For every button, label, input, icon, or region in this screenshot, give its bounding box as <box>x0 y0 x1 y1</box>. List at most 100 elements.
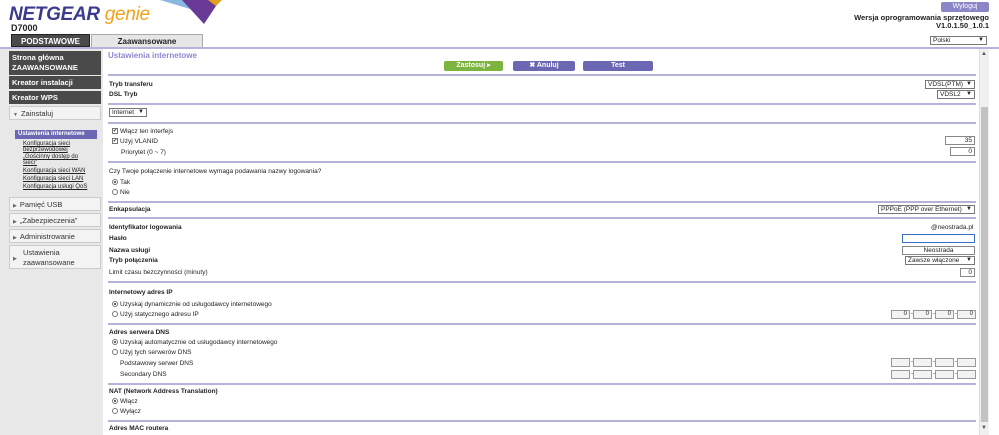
chevron-down-icon: ▼ <box>966 81 972 87</box>
divider <box>108 281 976 283</box>
vlan-id-input[interactable]: 35 <box>945 136 975 145</box>
dns-secondary-label: Secondary DNS <box>120 371 167 378</box>
dns-auto-radio[interactable] <box>112 339 118 345</box>
service-name-input[interactable]: Neostrada <box>902 246 975 255</box>
triangle-down-icon: ▼ <box>13 112 18 118</box>
header: NETGEAR genie D7000 Wyloguj Wersja oprog… <box>0 0 999 47</box>
dns-primary-octet-2[interactable] <box>913 358 932 367</box>
vertical-scrollbar[interactable]: ▲ ▼ <box>979 49 989 435</box>
dns-manual-radio[interactable] <box>112 349 118 355</box>
sidebar-item-security[interactable]: ▶ „Zabezpieczenia” <box>9 213 101 227</box>
static-ip-octet-4[interactable]: 0 <box>957 310 976 319</box>
nat-disable-radio[interactable] <box>112 408 118 414</box>
nat-enable-radio[interactable] <box>112 398 118 404</box>
sidebar-sub-internet[interactable]: Ustawienia internetowe <box>15 130 97 139</box>
sidebar-sub-wan[interactable]: Konfiguracja sieci WAN <box>23 168 85 174</box>
tab-advanced[interactable]: Zaawansowane <box>91 34 203 47</box>
cancel-button[interactable]: ✖ Anuluj <box>513 61 575 71</box>
sidebar-item-setup-wizard[interactable]: Kreator instalacji <box>9 76 101 89</box>
dns-primary-octet-1[interactable] <box>891 358 910 367</box>
decorative-shapes-icon <box>160 0 222 24</box>
use-vlan-label: Użyj VLANID <box>120 138 158 145</box>
dns-secondary-octet-4[interactable] <box>957 370 976 379</box>
sidebar-item-advanced-settings[interactable]: ▶ Ustawienia zaawansowane <box>9 245 101 269</box>
dns-primary-octet-3[interactable] <box>935 358 954 367</box>
sidebar-sub-lan[interactable]: Konfiguracja sieci LAN <box>23 176 83 182</box>
firmware-version-value: V1.0.1.50_1.0.1 <box>936 21 989 30</box>
dns-primary-label: Podstawowy serwer DNS <box>120 360 194 367</box>
mac-section-title: Adres MAC routera <box>109 425 169 432</box>
connection-mode-select[interactable]: Zawsze włączone ▼ <box>905 256 975 265</box>
dns-secondary-octet-1[interactable] <box>891 370 910 379</box>
apply-button[interactable]: Zastosuj ▸ <box>444 61 503 71</box>
login-id-label: Identyfikator logowania <box>109 224 182 231</box>
main-content: Ustawienia internetowe Zastosuj ▸ ✖ Anul… <box>105 49 979 435</box>
sidebar-item-home[interactable]: Strona główna ZAAWANSOWANE <box>9 51 101 75</box>
sidebar-item-wps-wizard[interactable]: Kreator WPS <box>9 91 101 104</box>
triangle-right-icon: ▶ <box>13 203 17 209</box>
password-label: Hasło <box>109 235 127 242</box>
ip-dynamic-radio[interactable] <box>112 301 118 307</box>
login-yes-radio[interactable] <box>112 179 118 185</box>
encapsulation-label: Enkapsulacja <box>109 206 151 213</box>
priority-label: Priorytet (0 ~ 7) <box>121 149 166 156</box>
login-yes-label: Tak <box>120 179 131 186</box>
ip-section-title: Internetowy adres IP <box>109 289 173 296</box>
top-tabs: PODSTAWOWE Zaawansowane <box>0 34 999 47</box>
page-title: Ustawienia internetowe <box>108 51 197 60</box>
divider <box>108 383 976 385</box>
sidebar-sub-wireless[interactable]: Konfiguracja sieci bezprzewodowej <box>23 141 70 153</box>
sidebar-item-administration[interactable]: ▶ Administrowanie <box>9 229 101 243</box>
static-ip-octet-1[interactable]: 0 <box>891 310 910 319</box>
interface-select[interactable]: Internet ▼ <box>109 108 147 117</box>
chevron-down-icon: ▼ <box>978 37 984 43</box>
dsl-mode-select[interactable]: VDSL2 ▼ <box>937 90 975 99</box>
divider <box>108 103 976 105</box>
scrollbar-thumb[interactable] <box>981 107 988 422</box>
chevron-down-icon: ▼ <box>966 206 972 212</box>
ip-static-radio[interactable] <box>112 311 118 317</box>
sidebar-sub-qos[interactable]: Konfiguracja usługi QoS <box>23 184 87 190</box>
triangle-right-icon: ▶ <box>13 219 17 225</box>
sidebar-sub-guest[interactable]: „Gościnny dostęp do sieci” <box>23 154 78 166</box>
connection-mode-label: Tryb połączenia <box>109 257 158 264</box>
nat-disable-label: Wyłącz <box>120 408 141 415</box>
language-select[interactable]: Polski ▼ <box>930 36 987 45</box>
tab-basic[interactable]: PODSTAWOWE <box>11 34 90 47</box>
password-input[interactable] <box>902 234 975 243</box>
static-ip-octet-2[interactable]: 0 <box>913 310 932 319</box>
divider <box>108 201 976 203</box>
login-no-radio[interactable] <box>112 189 118 195</box>
scroll-down-icon[interactable]: ▼ <box>981 425 987 431</box>
divider <box>108 161 976 163</box>
dns-section-title: Adres serwera DNS <box>109 329 170 336</box>
chevron-down-icon: ▼ <box>966 91 972 97</box>
nat-enable-label: Włącz <box>120 398 138 405</box>
dns-secondary-octet-3[interactable] <box>935 370 954 379</box>
dns-secondary-octet-2[interactable] <box>913 370 932 379</box>
dns-primary-octet-4[interactable] <box>957 358 976 367</box>
chevron-down-icon: ▼ <box>138 109 144 115</box>
ip-static-label: Użyj statycznego adresu IP <box>120 311 199 318</box>
dns-manual-label: Użyj tych serwerów DNS <box>120 349 192 356</box>
priority-input[interactable]: 0 <box>950 147 975 156</box>
static-ip-octet-3[interactable]: 0 <box>935 310 954 319</box>
chevron-down-icon: ▼ <box>966 257 972 263</box>
login-no-label: Nie <box>120 189 130 196</box>
encapsulation-select[interactable]: PPPoE (PPP over Ethernet) ▼ <box>878 205 975 214</box>
test-button[interactable]: Test <box>583 61 653 71</box>
logout-button[interactable]: Wyloguj <box>941 2 989 12</box>
ip-dynamic-label: Uzyskaj dynamicznie od usługodawcy inter… <box>120 301 272 308</box>
login-id-value[interactable]: @neostrada.pl <box>931 224 973 231</box>
app-window: NETGEAR genie D7000 Wyloguj Wersja oprog… <box>0 0 999 435</box>
sidebar-item-setup[interactable]: ▼ Zainstaluj <box>9 106 101 120</box>
enable-interface-checkbox[interactable]: ✔ <box>112 128 118 134</box>
sidebar-item-usb[interactable]: ▶ Pamięć USB <box>9 197 101 211</box>
nat-section-title: NAT (Network Address Translation) <box>109 388 218 395</box>
scroll-up-icon[interactable]: ▲ <box>981 51 987 57</box>
transfer-mode-select[interactable]: VDSL(PTM) ▼ <box>925 80 975 89</box>
divider <box>108 420 976 422</box>
use-vlan-checkbox[interactable]: ✔ <box>112 138 118 144</box>
model-name: D7000 <box>11 23 38 33</box>
idle-timeout-input[interactable]: 0 <box>960 268 975 277</box>
